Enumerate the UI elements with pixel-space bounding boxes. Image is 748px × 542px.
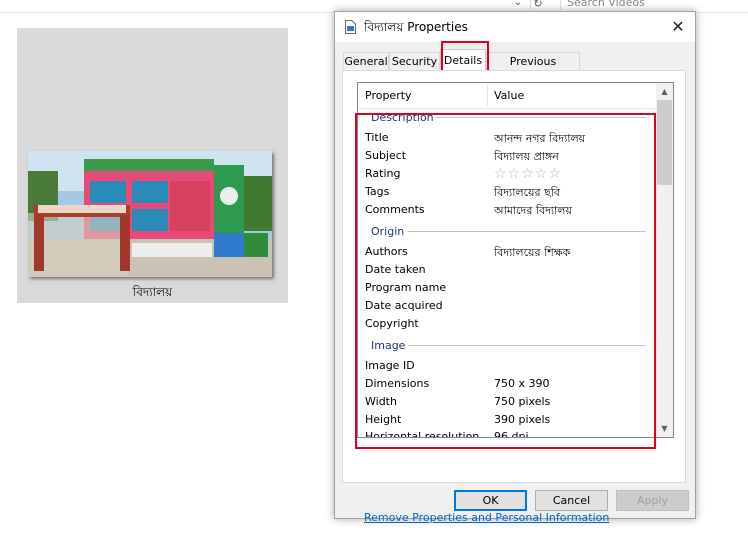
dialog-titlebar[interactable]: বিদ্যালয় Properties ✕	[335, 12, 695, 42]
property-list[interactable]: Property Value Description Title আনন্দ ন…	[357, 82, 674, 438]
refresh-icon[interactable]: ↻	[530, 0, 545, 10]
thumbnail-caption: বিদ্যালয়	[132, 285, 173, 299]
property-name: Rating	[365, 167, 401, 180]
property-name: Comments	[365, 203, 425, 216]
group-divider	[436, 117, 646, 118]
remove-properties-link[interactable]: Remove Properties and Personal Informati…	[364, 511, 609, 524]
ok-button[interactable]: OK	[454, 490, 527, 511]
property-value[interactable]: 390 pixels	[494, 413, 550, 426]
property-value[interactable]: 96 dpi	[494, 430, 529, 437]
file-icon	[345, 20, 356, 34]
scroll-down-arrow-icon[interactable]: ▼	[656, 420, 673, 437]
property-name: Title	[365, 131, 389, 144]
vertical-scrollbar[interactable]: ▲ ▼	[656, 83, 673, 437]
property-name: Height	[365, 413, 402, 426]
property-name: Copyright	[365, 317, 419, 330]
property-name: Authors	[365, 245, 408, 258]
rating-stars[interactable]: ☆☆☆☆☆	[494, 166, 562, 182]
property-value[interactable]: বিদ্যালয়ের শিক্ষক	[494, 244, 570, 263]
property-name: Date acquired	[365, 299, 443, 312]
cancel-button[interactable]: Cancel	[535, 490, 608, 511]
group-heading-description: Description	[371, 111, 434, 124]
group-heading-image: Image	[371, 339, 406, 352]
property-value[interactable]: বিদ্যালয় প্রাঙ্গন	[494, 148, 559, 167]
property-name: Date taken	[365, 263, 426, 276]
group-heading-origin: Origin	[371, 225, 405, 238]
tab-previous-versions[interactable]: Previous Versions	[486, 52, 580, 86]
property-value[interactable]: 750 pixels	[494, 395, 550, 408]
property-name: Subject	[365, 149, 407, 162]
property-name: Program name	[365, 281, 447, 294]
column-header-property[interactable]: Property	[365, 89, 412, 102]
school-photo-thumbnail	[28, 151, 272, 277]
scrollbar-thumb[interactable]	[657, 100, 672, 185]
property-name: Tags	[365, 185, 390, 198]
property-name: Dimensions	[365, 377, 430, 390]
property-value[interactable]: আমাদের বিদ্যালয়	[494, 202, 572, 221]
property-value[interactable]: বিদ্যালয়ের ছবি	[494, 184, 560, 203]
close-button[interactable]: ✕	[665, 15, 691, 39]
details-panel: Property Value Description Title আনন্দ ন…	[342, 70, 686, 524]
scroll-up-arrow-icon[interactable]: ▲	[656, 83, 673, 100]
tab-security[interactable]: Security	[389, 52, 440, 70]
property-value[interactable]: 750 x 390	[494, 377, 550, 390]
list-header: Property Value	[358, 83, 656, 109]
column-divider[interactable]	[487, 85, 488, 106]
property-name: Image ID	[365, 359, 415, 372]
dialog-title: বিদ্যালয় Properties	[364, 20, 468, 34]
property-name: Width	[365, 395, 397, 408]
apply-button[interactable]: Apply	[616, 490, 689, 511]
group-divider	[408, 345, 646, 346]
property-value[interactable]: আনন্দ নগর বিদ্যালয়	[494, 130, 585, 149]
search-input[interactable]: Search Videos	[560, 0, 748, 10]
file-thumbnail-tile[interactable]: বিদ্যালয়	[17, 28, 288, 303]
tab-general[interactable]: General	[343, 52, 389, 70]
chevron-down-icon[interactable]: ⌄	[512, 0, 524, 9]
column-header-value[interactable]: Value	[494, 89, 524, 102]
group-divider	[408, 231, 646, 232]
property-name: Horizontal resolution	[365, 430, 480, 438]
properties-dialog: বিদ্যালয় Properties ✕ General Security …	[334, 11, 696, 524]
